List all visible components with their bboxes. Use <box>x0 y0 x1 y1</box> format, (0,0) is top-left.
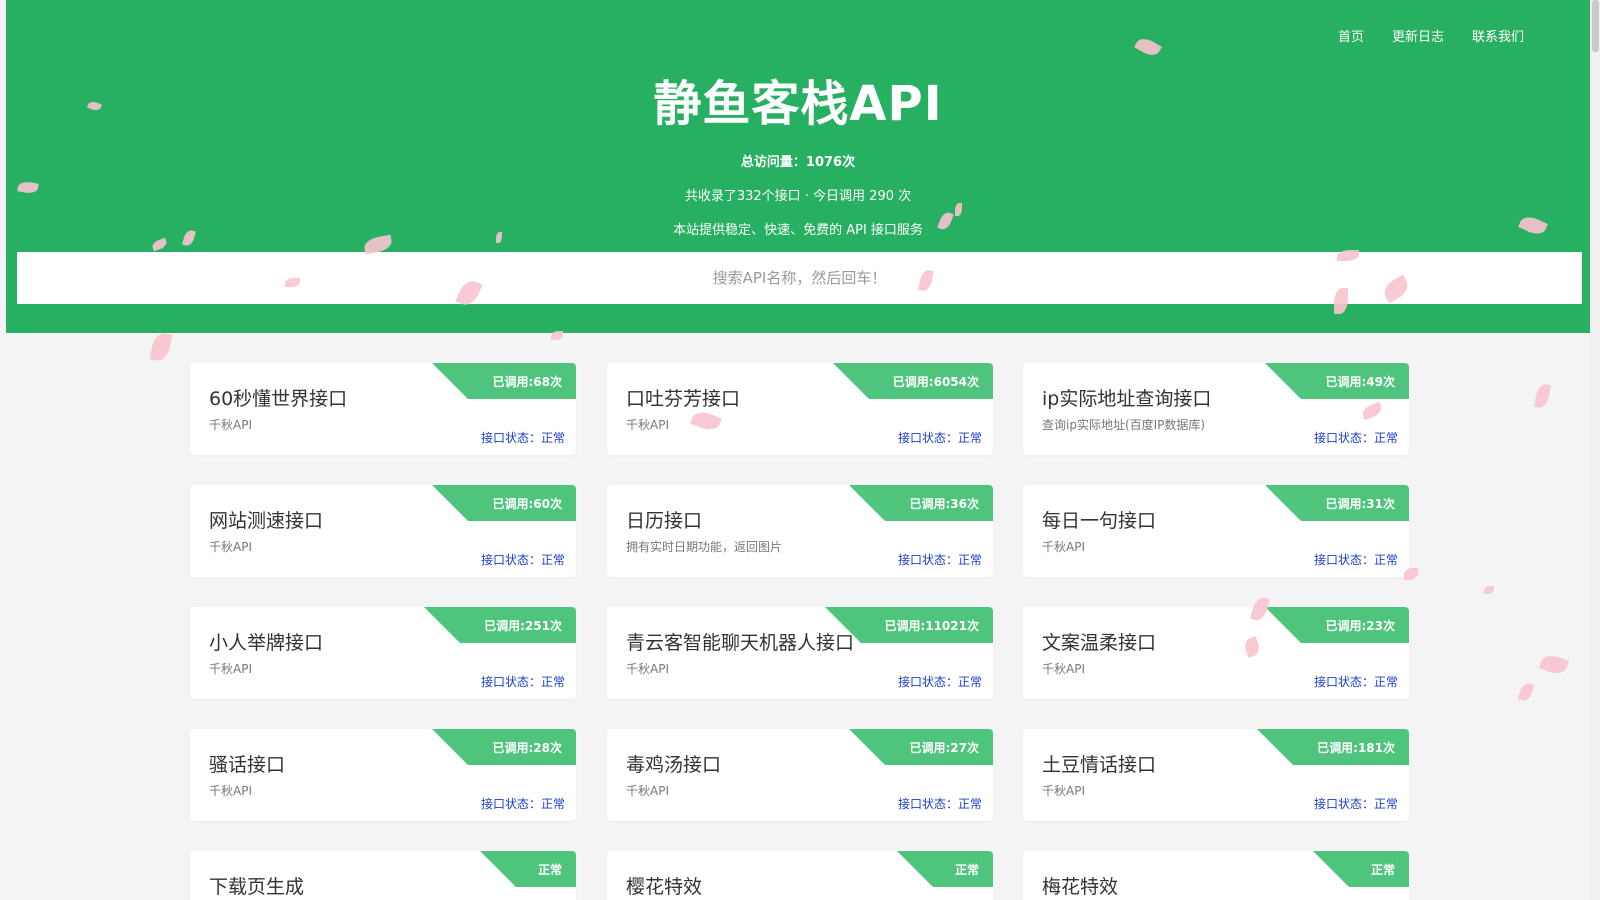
petal-decoration <box>1484 586 1494 594</box>
card-status: 接口状态：正常 <box>1313 675 1398 689</box>
card-desc: 拥有实时日期功能，返回图片 <box>626 540 783 554</box>
api-card[interactable]: 下载页生成 正常 <box>190 851 576 900</box>
api-card[interactable]: 梅花特效 正常 <box>1023 851 1409 900</box>
card-title: 小人举牌接口 <box>209 632 324 654</box>
call-count-badge: 已调用:27次 <box>849 729 993 765</box>
api-card[interactable]: 文案温柔接口 千秋API 接口状态：正常 已调用:23次 <box>1023 607 1409 699</box>
card-status: 接口状态：正常 <box>480 431 565 445</box>
card-desc: 千秋API <box>209 540 252 554</box>
petal-decoration <box>1538 652 1570 677</box>
card-status: 接口状态：正常 <box>897 797 982 811</box>
api-card[interactable]: 60秒懂世界接口 千秋API 接口状态：正常 已调用:68次 <box>190 363 576 455</box>
card-desc: 千秋API <box>626 784 669 798</box>
card-status: 接口状态：正常 <box>1313 553 1398 567</box>
api-card[interactable]: 口吐芬芳接口 千秋API 接口状态：正常 已调用:6054次 <box>607 363 993 455</box>
card-status: 接口状态：正常 <box>1313 431 1398 445</box>
api-card[interactable]: 樱花特效 正常 <box>607 851 993 900</box>
card-title: 樱花特效 <box>626 876 703 898</box>
card-status: 接口状态：正常 <box>480 797 565 811</box>
card-title: 骚话接口 <box>209 754 286 776</box>
status-badge: 正常 <box>897 851 993 887</box>
card-status: 接口状态：正常 <box>897 431 982 445</box>
nav-changelog[interactable]: 更新日志 <box>1392 26 1444 45</box>
card-status: 接口状态：正常 <box>480 553 565 567</box>
card-title: 60秒懂世界接口 <box>209 388 348 410</box>
top-nav: 首页 更新日志 联系我们 <box>1338 26 1524 45</box>
scrollbar-thumb[interactable] <box>1592 0 1599 52</box>
call-count-badge: 已调用:251次 <box>424 607 576 643</box>
card-title: 口吐芬芳接口 <box>626 388 741 410</box>
card-title: 每日一句接口 <box>1042 510 1157 532</box>
call-count-badge: 已调用:6054次 <box>833 363 993 399</box>
card-title: 网站测速接口 <box>209 510 324 532</box>
card-desc: 千秋API <box>209 784 252 798</box>
card-status: 接口状态：正常 <box>480 675 565 689</box>
petal-decoration <box>1404 568 1418 580</box>
petal-decoration <box>1534 383 1551 409</box>
card-desc: 千秋API <box>1042 662 1085 676</box>
card-title: 青云客智能聊天机器人接口 <box>626 632 855 654</box>
card-title: 文案温柔接口 <box>1042 632 1157 654</box>
vertical-scrollbar[interactable] <box>1590 0 1600 900</box>
api-card[interactable]: ip实际地址查询接口 查询ip实际地址(百度IP数据库) 接口状态：正常 已调用… <box>1023 363 1409 455</box>
call-count-badge: 已调用:31次 <box>1265 485 1409 521</box>
api-card[interactable]: 毒鸡汤接口 千秋API 接口状态：正常 已调用:27次 <box>607 729 993 821</box>
nav-home[interactable]: 首页 <box>1338 26 1364 45</box>
api-card[interactable]: 日历接口 拥有实时日期功能，返回图片 接口状态：正常 已调用:36次 <box>607 485 993 577</box>
card-desc: 千秋API <box>209 662 252 676</box>
call-count-badge: 已调用:68次 <box>432 363 576 399</box>
site-title: 静鱼客栈API <box>653 76 943 132</box>
card-status: 接口状态：正常 <box>897 553 982 567</box>
card-title: ip实际地址查询接口 <box>1042 388 1212 410</box>
total-visits: 总访问量：1076次 <box>740 155 856 170</box>
petal-decoration <box>1517 681 1535 703</box>
card-title: 梅花特效 <box>1042 876 1119 898</box>
card-title: 下载页生成 <box>209 876 305 898</box>
api-summary: 共收录了332个接口 · 今日调用 290 次 <box>684 189 912 204</box>
status-badge: 正常 <box>480 851 576 887</box>
card-title: 毒鸡汤接口 <box>626 754 722 776</box>
api-card[interactable]: 每日一句接口 千秋API 接口状态：正常 已调用:31次 <box>1023 485 1409 577</box>
card-desc: 千秋API <box>1042 540 1085 554</box>
status-badge: 正常 <box>1313 851 1409 887</box>
call-count-badge: 已调用:28次 <box>432 729 576 765</box>
call-count-badge: 已调用:49次 <box>1265 363 1409 399</box>
api-card[interactable]: 小人举牌接口 千秋API 接口状态：正常 已调用:251次 <box>190 607 576 699</box>
card-status: 接口状态：正常 <box>1313 797 1398 811</box>
api-card[interactable]: 青云客智能聊天机器人接口 千秋API 接口状态：正常 已调用:11021次 <box>607 607 993 699</box>
petal-decoration <box>149 331 173 363</box>
nav-contact[interactable]: 联系我们 <box>1472 26 1524 45</box>
call-count-badge: 已调用:60次 <box>432 485 576 521</box>
call-count-badge: 已调用:23次 <box>1265 607 1409 643</box>
header: 首页 更新日志 联系我们 静鱼客栈API 总访问量：1076次 共收录了332个… <box>6 0 1590 333</box>
card-title: 日历接口 <box>626 510 703 532</box>
call-count-badge: 已调用:181次 <box>1257 729 1409 765</box>
api-card[interactable]: 网站测速接口 千秋API 接口状态：正常 已调用:60次 <box>190 485 576 577</box>
card-desc: 千秋API <box>1042 784 1085 798</box>
call-count-badge: 已调用:36次 <box>849 485 993 521</box>
card-status: 接口状态：正常 <box>897 675 982 689</box>
card-desc: 千秋API <box>209 418 252 432</box>
card-desc: 千秋API <box>626 662 669 676</box>
petal-decoration <box>551 331 563 340</box>
card-title: 土豆情话接口 <box>1042 754 1157 776</box>
tagline: 本站提供稳定、快速、免费的 API 接口服务 <box>673 223 923 238</box>
page: 首页 更新日志 联系我们 静鱼客栈API 总访问量：1076次 共收录了332个… <box>0 0 1600 900</box>
card-desc: 查询ip实际地址(百度IP数据库) <box>1042 418 1206 432</box>
card-desc: 千秋API <box>626 418 669 432</box>
api-card[interactable]: 骚话接口 千秋API 接口状态：正常 已调用:28次 <box>190 729 576 821</box>
api-card[interactable]: 土豆情话接口 千秋API 接口状态：正常 已调用:181次 <box>1023 729 1409 821</box>
